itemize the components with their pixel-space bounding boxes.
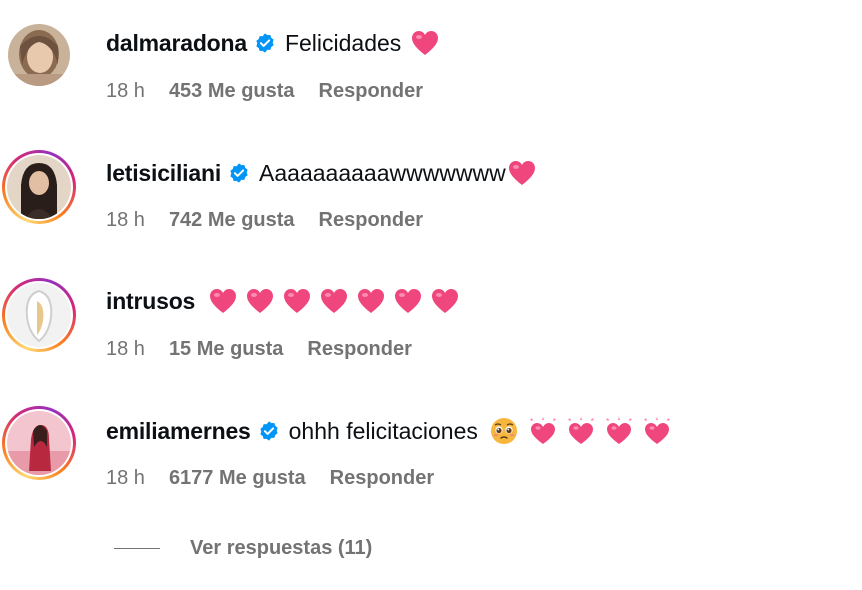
- sparkling-heart-emoji-icon: [642, 416, 672, 446]
- comment-item: intrusos 18 h 15 Me gusta Responder: [0, 278, 862, 388]
- avatar-image: [7, 283, 71, 347]
- comment-meta: 18 h 15 Me gusta Responder: [106, 335, 412, 363]
- heart-emoji-icon: [508, 160, 536, 186]
- heart-emoji-icon: [209, 288, 237, 314]
- heart-emoji-icon: [431, 288, 459, 314]
- comment-line: intrusos: [106, 284, 468, 318]
- sparkling-heart-emoji-icon: [528, 416, 558, 446]
- comments-list: dalmaradona Felicidades 18 h 453 Me gust…: [0, 0, 862, 590]
- comment-text: ohhh felicitaciones: [288, 417, 478, 444]
- divider-line: [114, 547, 160, 549]
- view-replies-button[interactable]: Ver respuestas (11): [114, 533, 372, 563]
- avatar-story-ring[interactable]: [2, 278, 76, 352]
- avatar-image: [8, 24, 70, 86]
- emoji-group: [490, 416, 680, 446]
- avatar-story-ring[interactable]: [2, 150, 76, 224]
- reply-button[interactable]: Responder: [319, 80, 423, 103]
- likes-count[interactable]: 742 Me gusta: [169, 209, 295, 232]
- comment-time[interactable]: 18 h: [106, 467, 145, 490]
- comment-meta: 18 h 6177 Me gusta Responder: [106, 464, 434, 492]
- username[interactable]: letisiciliani: [106, 160, 221, 187]
- reply-button[interactable]: Responder: [319, 209, 423, 232]
- pleading-face-emoji-icon: [490, 417, 518, 445]
- comment-item: letisiciliani Aaaaaaaaaawwwwwww 18 h 742…: [0, 150, 862, 260]
- likes-count[interactable]: 453 Me gusta: [169, 80, 295, 103]
- view-replies-label[interactable]: Ver respuestas (11): [190, 537, 372, 560]
- avatar[interactable]: [2, 18, 76, 92]
- username[interactable]: emiliamernes: [106, 418, 251, 445]
- username[interactable]: intrusos: [106, 288, 195, 315]
- likes-count[interactable]: 15 Me gusta: [169, 338, 283, 361]
- heart-emoji-icon: [246, 288, 274, 314]
- emoji-group: [209, 288, 468, 314]
- comment-line: emiliamernes ohhh felicitaciones: [106, 414, 680, 448]
- heart-emoji-icon: [394, 288, 422, 314]
- sparkling-heart-emoji-icon: [604, 416, 634, 446]
- comment-line: dalmaradona Felicidades: [106, 26, 448, 60]
- comment-time[interactable]: 18 h: [106, 80, 145, 103]
- heart-emoji-icon: [357, 288, 385, 314]
- avatar-story-ring[interactable]: [2, 406, 76, 480]
- comment-line: letisiciliani Aaaaaaaaaawwwwwww: [106, 156, 536, 190]
- comment-meta: 18 h 742 Me gusta Responder: [106, 206, 423, 234]
- heart-emoji-icon: [283, 288, 311, 314]
- username[interactable]: dalmaradona: [106, 30, 247, 57]
- emoji-group: [411, 30, 448, 56]
- verified-badge-icon: [254, 32, 276, 54]
- comment-time[interactable]: 18 h: [106, 209, 145, 232]
- heart-emoji-icon: [320, 288, 348, 314]
- comment-text: Aaaaaaaaaawwwwwww: [259, 159, 506, 186]
- verified-badge-icon: [258, 420, 280, 442]
- comment-meta: 18 h 453 Me gusta Responder: [106, 77, 423, 105]
- avatar-image: [7, 411, 71, 475]
- comment-text: Felicidades: [284, 29, 402, 56]
- sparkling-heart-emoji-icon: [566, 416, 596, 446]
- likes-count[interactable]: 6177 Me gusta: [169, 467, 306, 490]
- avatar-image: [7, 155, 71, 219]
- reply-button[interactable]: Responder: [330, 467, 434, 490]
- comment-item: dalmaradona Felicidades 18 h 453 Me gust…: [0, 20, 862, 130]
- reply-button[interactable]: Responder: [307, 338, 411, 361]
- heart-emoji-icon: [411, 30, 439, 56]
- comment-item: emiliamernes ohhh felicitaciones 18 h 61…: [0, 406, 862, 516]
- verified-badge-icon: [228, 162, 250, 184]
- comment-time[interactable]: 18 h: [106, 338, 145, 361]
